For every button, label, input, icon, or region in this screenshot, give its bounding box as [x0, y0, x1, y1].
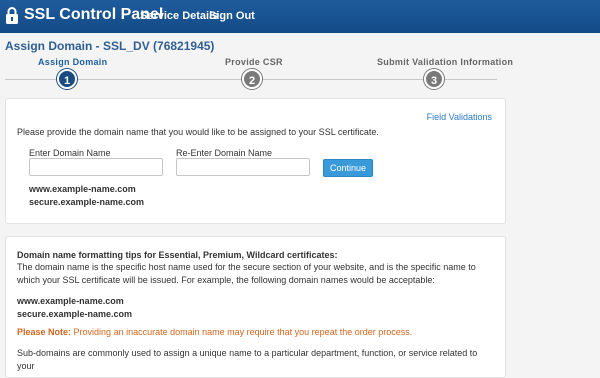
- please-note: Please Note: Providing an inaccurate dom…: [17, 327, 412, 337]
- page-title: Assign Domain - SSL_DV (76821945): [5, 39, 215, 53]
- tips-body: The domain name is the specific host nam…: [17, 262, 476, 285]
- assign-domain-panel: Field Validations Please provide the dom…: [5, 98, 506, 224]
- note-text: Providing an inaccurate domain name may …: [73, 327, 413, 337]
- domain-example: www.example-name.com: [29, 184, 136, 194]
- step-label-assign-domain: Assign Domain: [38, 57, 108, 67]
- enter-domain-label: Enter Domain Name: [29, 148, 111, 158]
- step-label-provide-csr: Provide CSR: [225, 57, 283, 67]
- field-validations-link[interactable]: Field Validations: [427, 112, 492, 122]
- sign-out-link[interactable]: Sign Out: [209, 10, 255, 22]
- step-circle-2: 2: [242, 69, 262, 89]
- continue-button[interactable]: Continue: [323, 159, 373, 177]
- subdomains-text: Sub-domains are commonly used to assign …: [17, 348, 478, 371]
- step-label-submit-validation: Submit Validation Information: [377, 57, 514, 67]
- enter-domain-input[interactable]: [29, 158, 163, 176]
- domain-instruction: Please provide the domain name that you …: [17, 127, 379, 137]
- service-details-link[interactable]: Service Details: [140, 10, 218, 22]
- tips-example: secure.example-name.com: [17, 309, 133, 319]
- top-navigation-bar: SSL Control Panel Service Details Sign O…: [0, 0, 600, 33]
- reenter-domain-label: Re-Enter Domain Name: [176, 148, 273, 158]
- tips-heading: Domain name formatting tips for Essentia…: [17, 250, 338, 260]
- lock-icon: [6, 7, 18, 24]
- step-circle-1: 1: [57, 69, 77, 89]
- step-circle-3: 3: [424, 69, 444, 89]
- note-label: Please Note:: [17, 327, 72, 337]
- reenter-domain-input[interactable]: [176, 158, 310, 176]
- domain-example: secure.example-name.com: [29, 197, 145, 207]
- formatting-tips-panel: Domain name formatting tips for Essentia…: [5, 236, 506, 378]
- tips-example: www.example-name.com: [17, 296, 124, 306]
